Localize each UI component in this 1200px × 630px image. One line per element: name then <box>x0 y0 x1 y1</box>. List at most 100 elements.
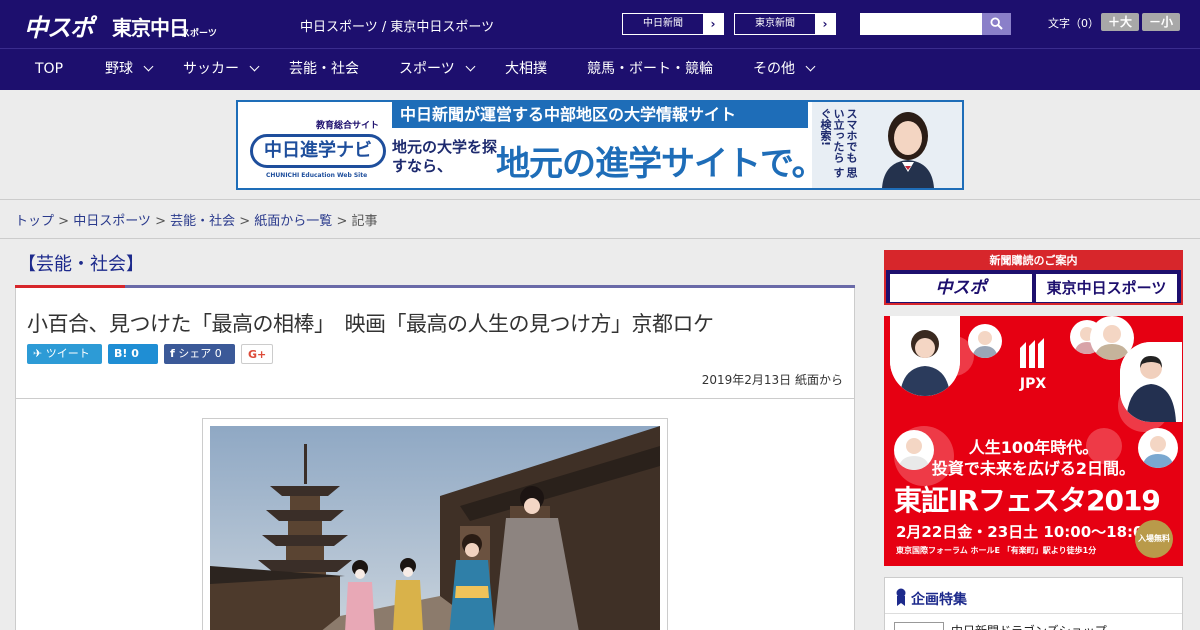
font-smaller-button[interactable]: －小 <box>1142 13 1180 31</box>
jpx-ir-festa-ad[interactable]: JPX 人生100年時代。 投資で未来を広げる2日間。 東証IRフェスタ2019… <box>884 316 1183 566</box>
breadcrumb: トップ > 中日スポーツ > 芸能・社会 > 紙面から一覧 > 記事 <box>15 210 378 229</box>
logo-chuspo[interactable]: 中スポ <box>24 8 94 43</box>
nav-label: 芸能・社会 <box>289 61 359 77</box>
feature-heading: 企画特集 <box>911 592 967 608</box>
jpx-logo-text: JPX <box>1019 376 1047 392</box>
font-size-label: 文字（0） <box>1048 17 1099 30</box>
tokyo-shimbun-label: 東京新聞 <box>755 18 795 29</box>
breadcrumb-separator: > <box>150 214 171 229</box>
article-top-rule <box>15 285 855 288</box>
banner-logo-text: 中日進学ナビ <box>250 134 386 168</box>
chunichi-shimbun-button[interactable]: 中日新聞 › <box>622 13 724 35</box>
breadcrumb-paper-list[interactable]: 紙面から一覧 <box>254 214 332 229</box>
facebook-icon: f <box>170 347 175 360</box>
ad-line-2: 投資で未来を広げる2日間。 <box>931 459 1136 478</box>
feature-item-dragons-shop[interactable]: 中日新聞ドラゴンズショップ <box>951 622 1107 630</box>
nav-item-entertainment[interactable]: 芸能・社会 <box>289 49 359 90</box>
site-header: 中スポ 東京中日 スポーツ 中日スポーツ / 東京中日スポーツ 中日新聞 › 東… <box>0 0 1200 48</box>
tweet-button[interactable]: ✈ ツイート <box>27 344 102 364</box>
feature-thumbnail[interactable] <box>894 622 944 630</box>
ribbon-icon <box>896 588 906 606</box>
article-divider <box>16 398 854 399</box>
hatena-bookmark-button[interactable]: B! 0 <box>108 344 158 364</box>
nav-label: その他 <box>753 61 795 77</box>
article-date: 2019年2月13日 紙面から <box>701 373 843 387</box>
subscribe-chuspo-link[interactable]: 中スポ <box>890 274 1032 302</box>
facebook-share-button[interactable]: f シェア 0 <box>164 344 235 364</box>
breadcrumb-top[interactable]: トップ <box>15 214 54 229</box>
chunichi-shimbun-label: 中日新聞 <box>643 18 683 29</box>
font-larger-button[interactable]: ＋大 <box>1101 13 1139 31</box>
nav-item-baseball[interactable]: 野球 <box>105 49 154 90</box>
banner-headline: 中日新聞が運営する中部地区の大学情報サイト <box>392 102 808 128</box>
banner-big-text: 地元の進学サイトで。 <box>496 144 826 184</box>
subscription-heading: 新聞購読のご案内 <box>886 252 1181 270</box>
chevron-right-icon: › <box>815 14 835 34</box>
subscribe-tokyo-chunichi-link[interactable]: 東京中日スポーツ <box>1036 274 1177 302</box>
main-nav: TOP 野球 サッカー 芸能・社会 スポーツ 大相撲 競馬・ボート・競輪 その他 <box>0 48 1200 90</box>
breadcrumb-separator: > <box>332 214 352 229</box>
twitter-icon: ✈ <box>33 347 43 360</box>
nav-label: 競馬・ボート・競輪 <box>587 61 713 77</box>
chevron-down-icon <box>143 61 154 72</box>
breadcrumb-divider <box>0 238 1200 239</box>
nav-item-racing[interactable]: 競馬・ボート・競輪 <box>587 49 713 90</box>
article-title: 小百合、見つけた「最高の相棒」 映画「最高の人生の見つけ方」京都ロケ <box>27 312 714 336</box>
breadcrumb-separator: > <box>54 214 74 229</box>
person-photo <box>968 324 1002 358</box>
feature-special-box: 企画特集 中日新聞ドラゴンズショップ <box>884 577 1183 630</box>
banner-logo: 教育総合サイト 中日進学ナビ CHUNICHI Education Web Si… <box>244 110 386 180</box>
site-link[interactable]: 中日スポーツ / 東京中日スポーツ <box>300 16 494 35</box>
person-illustration <box>1120 342 1182 422</box>
banner-photo: スマホでも 思い立ったら すぐ検索! <box>812 102 962 188</box>
chevron-down-icon <box>805 61 816 72</box>
nav-item-sumo[interactable]: 大相撲 <box>505 49 547 90</box>
nav-item-other[interactable]: その他 <box>753 49 816 90</box>
banner-area: 教育総合サイト 中日進学ナビ CHUNICHI Education Web Si… <box>0 90 1200 200</box>
article: 小百合、見つけた「最高の相棒」 映画「最高の人生の見つけ方」京都ロケ ✈ ツイー… <box>15 285 855 630</box>
tokyo-shimbun-button[interactable]: 東京新聞 › <box>734 13 836 35</box>
shingaku-navi-banner[interactable]: 教育総合サイト 中日進学ナビ CHUNICHI Education Web Si… <box>236 100 964 190</box>
student-photo <box>882 112 934 188</box>
person-illustration <box>890 316 960 396</box>
subscription-box[interactable]: 新聞購読のご案内 中スポ 東京中日スポーツ <box>884 250 1183 305</box>
banner-logo-tagline: 教育総合サイト <box>316 121 380 131</box>
article-photo[interactable] <box>210 426 660 630</box>
nav-label: サッカー <box>183 61 239 77</box>
logo-tokyo-chunichi[interactable]: 東京中日 <box>112 12 189 41</box>
breadcrumb-current: 記事 <box>351 214 378 229</box>
nav-item-sports[interactable]: スポーツ <box>399 49 476 90</box>
google-plus-button[interactable]: G+ <box>241 344 273 364</box>
banner-logo-english: CHUNICHI Education Web Site <box>266 172 368 179</box>
feature-divider <box>885 613 1182 614</box>
ad-date: 2月22日金・23日土 10:00～18:00 <box>896 523 1154 541</box>
nav-item-soccer[interactable]: サッカー <box>183 49 260 90</box>
article-photo-frame <box>202 418 668 630</box>
category-heading: 【芸能・社会】 <box>18 254 144 275</box>
logo-tokyo-chunichi-sub: スポーツ <box>181 29 217 39</box>
breadcrumb-entertainment[interactable]: 芸能・社会 <box>170 214 235 229</box>
nav-label: 野球 <box>105 61 133 77</box>
free-admission-badge: 入場無料 <box>1135 520 1173 558</box>
breadcrumb-separator: > <box>235 214 255 229</box>
jpx-mark-icon <box>1020 338 1044 368</box>
nav-label: 大相撲 <box>505 61 547 77</box>
nav-label: スポーツ <box>399 61 455 77</box>
nav-item-top[interactable]: TOP <box>35 49 63 90</box>
search-button[interactable] <box>982 13 1011 35</box>
chevron-down-icon <box>249 61 260 72</box>
jpx-logo: JPX <box>1008 338 1058 398</box>
banner-vertical-text: スマホでも 思い立ったら すぐ検索! <box>819 108 858 178</box>
person-photo <box>890 316 960 396</box>
facebook-share-label: シェア 0 <box>178 347 222 360</box>
person-illustration <box>972 331 998 358</box>
ad-venue: 東京国際フォーラム ホールE 「有楽町」駅より徒歩1分 <box>896 546 1097 555</box>
ad-title: 東証IRフェスタ2019 <box>894 484 1161 517</box>
breadcrumb-chunichi-sports[interactable]: 中日スポーツ <box>73 214 151 229</box>
banner-subtext: 地元の大学を探すなら、 <box>392 138 498 175</box>
nav-label: TOP <box>35 61 64 77</box>
tweet-label: ツイート <box>45 347 90 360</box>
search-input[interactable] <box>860 13 982 35</box>
chevron-down-icon <box>465 61 476 72</box>
person-photo <box>1120 342 1182 422</box>
